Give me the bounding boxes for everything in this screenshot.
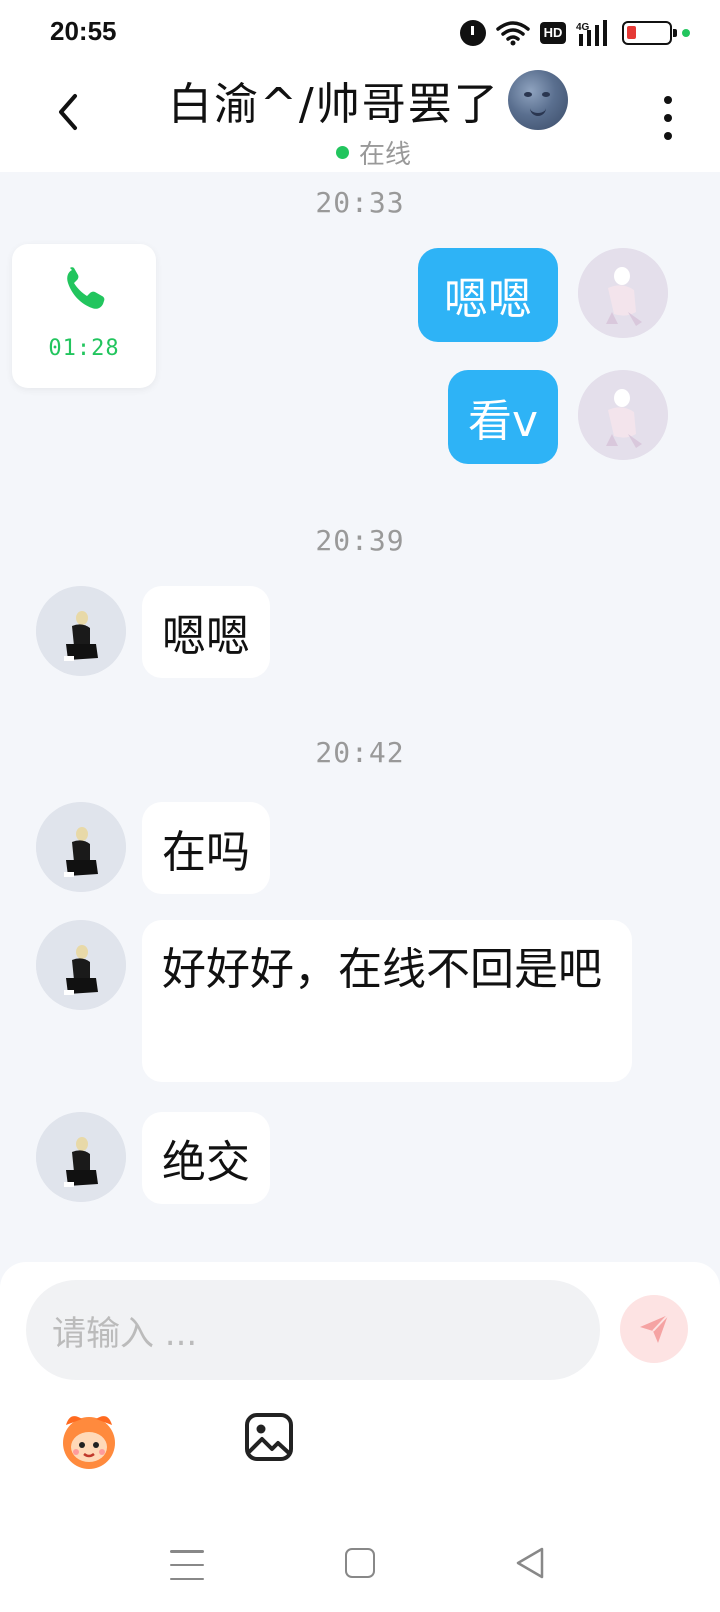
- contact-avatar[interactable]: [36, 802, 126, 892]
- status-time: 20:55: [50, 16, 117, 46]
- message-bubble-outgoing[interactable]: 嗯嗯: [418, 248, 558, 342]
- nav-menu-button[interactable]: [170, 1550, 204, 1580]
- contact-avatar[interactable]: [36, 1112, 126, 1202]
- notification-dot-icon: [682, 29, 690, 37]
- avatar-figure-icon: [36, 802, 126, 892]
- phone-icon: [67, 267, 105, 309]
- sticker-icon[interactable]: [56, 1407, 122, 1473]
- message-timestamp: 20:42: [315, 736, 405, 769]
- avatar-figure-icon: [578, 370, 668, 460]
- chat-header: 白渝^/帅哥罢了 在线: [0, 64, 720, 172]
- system-nav-bar: [0, 1530, 720, 1612]
- image-icon[interactable]: [244, 1412, 294, 1462]
- message-bubble-incoming[interactable]: 在吗: [142, 802, 270, 894]
- wifi-icon: [496, 21, 530, 46]
- message-timestamp: 20:33: [315, 186, 405, 219]
- voice-call-record[interactable]: 01:28: [12, 244, 156, 388]
- more-options-button[interactable]: [656, 96, 680, 140]
- send-button[interactable]: [620, 1295, 688, 1363]
- avatar-figure-icon: [36, 920, 126, 1010]
- input-placeholder: 请输入 ...: [52, 1313, 198, 1354]
- my-avatar[interactable]: [578, 248, 668, 338]
- back-button[interactable]: [48, 90, 88, 134]
- nav-back-button[interactable]: [514, 1546, 546, 1580]
- message-bubble-incoming[interactable]: 嗯嗯: [142, 586, 270, 678]
- more-dot-icon: [664, 132, 672, 140]
- moon-face-icon: [507, 70, 568, 130]
- title-wrap: 白渝^/帅哥罢了: [168, 68, 608, 132]
- send-icon: [640, 1314, 669, 1343]
- avatar-figure-icon: [36, 586, 126, 676]
- menu-line-icon: [170, 1550, 204, 1553]
- message-bubble-incoming[interactable]: 绝交: [142, 1112, 270, 1204]
- message-input[interactable]: 请输入 ...: [26, 1280, 600, 1380]
- call-duration: 01:28: [48, 336, 120, 361]
- hd-icon: HD: [540, 22, 566, 44]
- online-status: 在线: [336, 134, 411, 171]
- contact-name: 白渝^/帅哥罢了: [168, 79, 500, 130]
- menu-line-icon: [170, 1563, 204, 1567]
- menu-line-icon: [170, 1577, 204, 1580]
- avatar-figure-icon: [578, 248, 668, 338]
- chevron-left-icon: [59, 94, 77, 130]
- signal-4g-icon: 4G: [576, 20, 607, 46]
- my-avatar[interactable]: [578, 370, 668, 460]
- contact-avatar[interactable]: [36, 586, 126, 676]
- more-dot-icon: [664, 96, 672, 104]
- message-bubble-outgoing[interactable]: 看v: [448, 370, 558, 464]
- message-timestamp: 20:39: [315, 524, 405, 557]
- contact-avatar[interactable]: [36, 920, 126, 1010]
- top-bar: 20:55 HD 4G 白渝^/帅哥罢了 在线: [0, 0, 720, 172]
- more-dot-icon: [664, 114, 672, 122]
- nav-home-button[interactable]: [345, 1548, 375, 1578]
- alarm-icon: [460, 20, 486, 46]
- message-bubble-incoming[interactable]: 好好好，在线不回是吧: [142, 920, 632, 1082]
- status-bar: 20:55 HD 4G: [0, 0, 720, 64]
- online-dot-icon: [336, 146, 349, 159]
- battery-low-icon: [622, 21, 677, 45]
- status-icons: HD 4G: [460, 18, 690, 48]
- avatar-figure-icon: [36, 1112, 126, 1202]
- online-status-text: 在线: [359, 140, 412, 170]
